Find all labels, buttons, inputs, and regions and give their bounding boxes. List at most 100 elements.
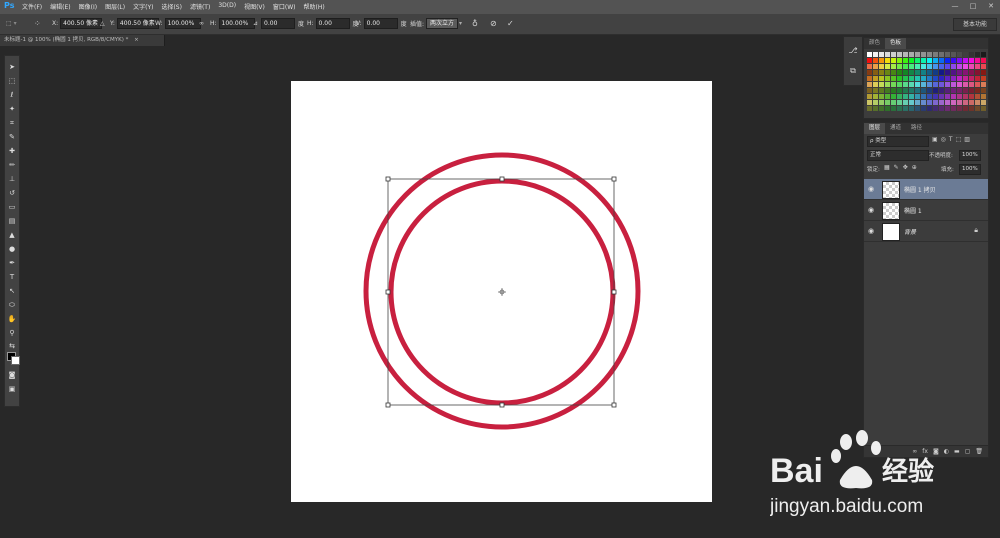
swatch[interactable] [921, 76, 926, 81]
swatch[interactable] [951, 58, 956, 63]
swatch[interactable] [873, 82, 878, 87]
swatch[interactable] [867, 70, 872, 75]
swatch[interactable] [897, 100, 902, 105]
swatch[interactable] [879, 94, 884, 99]
swatch[interactable] [933, 100, 938, 105]
swatch[interactable] [891, 64, 896, 69]
swatch[interactable] [903, 94, 908, 99]
swatch[interactable] [879, 100, 884, 105]
swatch[interactable] [963, 106, 968, 111]
blur-tool-icon[interactable]: ▲ [7, 230, 17, 240]
brush-tool-icon[interactable]: ✏ [7, 160, 17, 170]
swatch[interactable] [867, 106, 872, 111]
swatch[interactable] [933, 52, 938, 57]
swatch[interactable] [903, 52, 908, 57]
link-icon[interactable]: ∞ [199, 18, 204, 29]
swatch[interactable] [909, 82, 914, 87]
tab-channels[interactable]: 通道 [885, 123, 906, 134]
swatch[interactable] [903, 100, 908, 105]
swatch[interactable] [927, 82, 932, 87]
clone-stamp-icon[interactable]: ⊥ [7, 174, 17, 184]
swatch[interactable] [951, 76, 956, 81]
swatch[interactable] [921, 58, 926, 63]
swatch[interactable] [969, 70, 974, 75]
swatch[interactable] [867, 100, 872, 105]
swatch[interactable] [873, 58, 878, 63]
history-panel-icon[interactable]: ⎇ [847, 45, 859, 57]
swatch[interactable] [885, 52, 890, 57]
swatch[interactable] [903, 76, 908, 81]
swatch[interactable] [981, 88, 986, 93]
swatch[interactable] [891, 70, 896, 75]
swatch[interactable] [903, 64, 908, 69]
swatch[interactable] [891, 58, 896, 63]
swatch[interactable] [963, 88, 968, 93]
maximize-button[interactable]: □ [964, 0, 982, 12]
menu-type[interactable]: 文字(Y) [133, 2, 153, 11]
menu-select[interactable]: 选择(S) [161, 2, 182, 11]
swatch[interactable] [927, 100, 932, 105]
swatch[interactable] [915, 64, 920, 69]
swatch[interactable] [885, 100, 890, 105]
close-window-button[interactable]: ✕ [982, 0, 1000, 12]
swatch[interactable] [891, 94, 896, 99]
menu-image[interactable]: 图像(I) [79, 2, 97, 11]
swatch[interactable] [885, 94, 890, 99]
swatch[interactable] [873, 70, 878, 75]
pen-tool-icon[interactable]: ✒ [7, 258, 17, 268]
swatch[interactable] [981, 100, 986, 105]
swatch[interactable] [939, 52, 944, 57]
swatch[interactable] [975, 82, 980, 87]
swatch[interactable] [867, 64, 872, 69]
transform-handle-bottom[interactable] [499, 402, 505, 408]
swatch[interactable] [945, 76, 950, 81]
swatch[interactable] [957, 88, 962, 93]
swatch[interactable] [945, 64, 950, 69]
quick-mask-icon[interactable]: ◙ [7, 370, 17, 380]
minimize-button[interactable]: — [946, 0, 964, 12]
cancel-transform-icon[interactable]: ⊘ [490, 18, 497, 29]
swatch[interactable] [975, 100, 980, 105]
swatch[interactable] [885, 106, 890, 111]
swatch[interactable] [873, 76, 878, 81]
transform-handle-left[interactable] [385, 289, 391, 295]
delta-icon[interactable]: △ [100, 18, 105, 29]
swatch[interactable] [963, 82, 968, 87]
swatch[interactable] [957, 94, 962, 99]
swatch[interactable] [885, 76, 890, 81]
swatch[interactable] [939, 94, 944, 99]
fill-input[interactable]: 100% [959, 164, 981, 175]
swatch[interactable] [945, 100, 950, 105]
tab-layers[interactable]: 图层 [864, 123, 886, 134]
swatch[interactable] [963, 70, 968, 75]
layer-row[interactable]: ◉ 椭圆 1 [864, 200, 988, 221]
swatch[interactable] [879, 106, 884, 111]
swatch[interactable] [885, 70, 890, 75]
visibility-eye-icon[interactable]: ◉ [868, 227, 876, 235]
swatch[interactable] [909, 58, 914, 63]
swatch[interactable] [963, 100, 968, 105]
swatch[interactable] [969, 76, 974, 81]
swatch[interactable] [969, 94, 974, 99]
swatch[interactable] [873, 88, 878, 93]
swatch[interactable] [957, 52, 962, 57]
layer-filter-icons[interactable]: ▣◎T⬚▥ [932, 136, 973, 143]
swatch[interactable] [975, 52, 980, 57]
swatch[interactable] [975, 94, 980, 99]
swatch[interactable] [969, 82, 974, 87]
menu-edit[interactable]: 编辑(E) [50, 2, 70, 11]
swatch[interactable] [897, 106, 902, 111]
swatch[interactable] [885, 88, 890, 93]
swatch[interactable] [879, 88, 884, 93]
zoom-tool-icon[interactable]: ⚲ [7, 328, 17, 338]
swatch[interactable] [957, 70, 962, 75]
swatch[interactable] [975, 64, 980, 69]
crop-tool-icon[interactable]: ⌗ [7, 118, 17, 128]
layer-kind-filter[interactable]: ρ 类型 [867, 136, 929, 147]
swatch[interactable] [957, 76, 962, 81]
swatch[interactable] [867, 76, 872, 81]
swatch[interactable] [909, 88, 914, 93]
tab-paths[interactable]: 路径 [906, 123, 927, 134]
swatch[interactable] [867, 52, 872, 57]
history-brush-icon[interactable]: ↺ [7, 188, 17, 198]
